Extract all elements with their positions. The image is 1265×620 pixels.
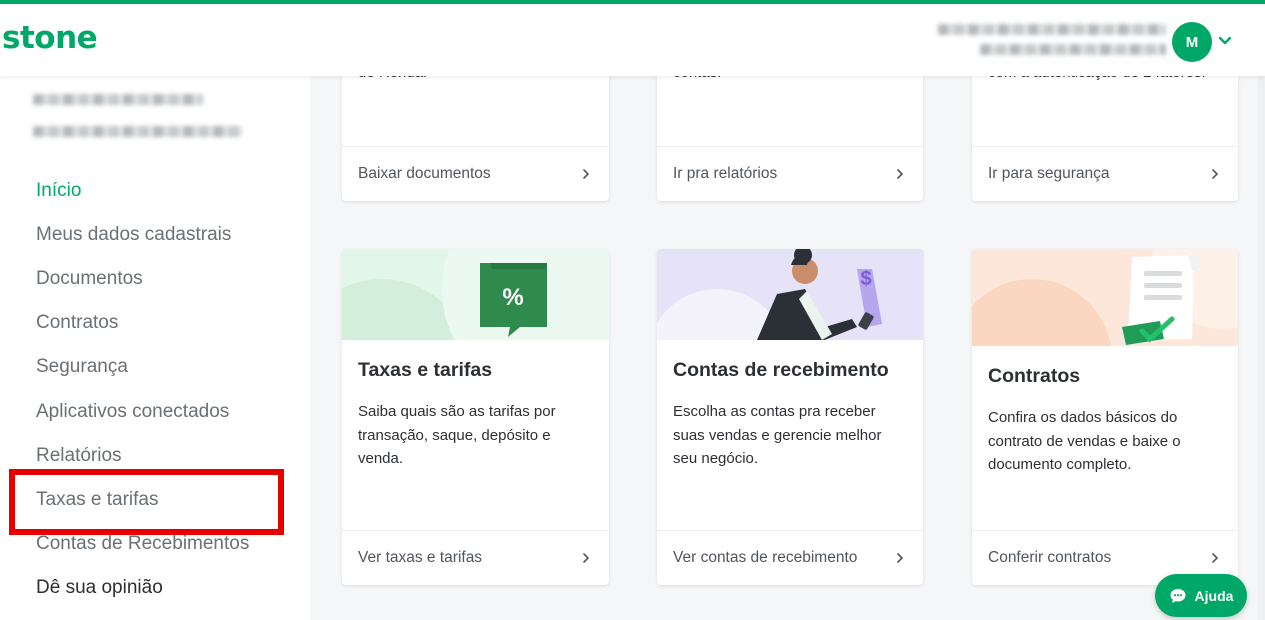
chevron-right-icon [897, 169, 904, 179]
sidebar-item-taxas[interactable]: Taxas e tarifas [36, 489, 159, 511]
card-seguranca: com a autenticação de 2 fatores. Ir para… [972, 60, 1238, 201]
sidebar-item-relatorios[interactable]: Relatórios [36, 445, 122, 467]
chevron-right-icon [1212, 553, 1219, 563]
accounts-illustration: $ [657, 249, 923, 340]
chevron-right-icon [1212, 169, 1219, 179]
fees-illustration: % [342, 249, 609, 340]
card-title: Taxas e tarifas [358, 359, 493, 381]
card-description: Escolha as contas pra receber suas venda… [673, 403, 882, 467]
account-name-redacted [33, 94, 203, 105]
card-documentos: de Renda. Baixar documentos [342, 60, 609, 201]
card-title: Contratos [988, 365, 1081, 387]
sidebar-item-opiniao[interactable]: Dê sua opinião [36, 577, 163, 599]
sidebar: Início Meus dados cadastrais Documentos … [0, 76, 310, 620]
card-link[interactable]: Ver contas de recebimento [657, 530, 923, 585]
chevron-right-icon [897, 553, 904, 563]
card-link[interactable]: Baixar documentos [342, 146, 609, 201]
sidebar-item-contas[interactable]: Contas de Recebimentos [36, 533, 249, 555]
sidebar-item-inicio[interactable]: Início [36, 180, 81, 202]
dollar-icon: $ [860, 268, 871, 290]
card-taxas: % Taxas e tarifas Saiba quais são as tar… [342, 249, 609, 585]
sidebar-item-meus-dados[interactable]: Meus dados cadastrais [36, 224, 231, 246]
user-name-redacted [938, 22, 1168, 56]
card-link[interactable]: Ir para segurança [972, 146, 1238, 201]
scrollbar[interactable] [1258, 76, 1265, 620]
account-id-redacted [33, 126, 243, 137]
card-description: Saiba quais são as tarifas por transação… [358, 403, 556, 467]
sidebar-item-contratos[interactable]: Contratos [36, 312, 118, 334]
card-description: Confira os dados básicos do contrato de … [988, 409, 1181, 473]
sidebar-item-documentos[interactable]: Documentos [36, 268, 143, 290]
header: stone M [0, 4, 1265, 76]
card-contas-recebimento: $ Contas de recebimento Escolha as conta… [657, 249, 923, 585]
sidebar-item-seguranca[interactable]: Segurança [36, 356, 128, 378]
chevron-right-icon [583, 553, 590, 563]
chevron-down-icon[interactable] [1216, 32, 1234, 50]
help-button[interactable]: Ajuda [1155, 574, 1247, 617]
card-link[interactable]: Ir pra relatórios [657, 146, 923, 201]
card-link[interactable]: Ver taxas e tarifas [342, 530, 609, 585]
sidebar-item-aplicativos[interactable]: Aplicativos conectados [36, 401, 229, 423]
percent-icon: % [502, 284, 523, 311]
contract-illustration [972, 249, 1238, 346]
avatar[interactable]: M [1172, 22, 1212, 62]
card-relatorios: contas. Ir pra relatórios [657, 60, 923, 201]
stone-logo[interactable]: stone [2, 20, 98, 56]
card-contratos: Contratos Confira os dados básicos do co… [972, 249, 1238, 585]
chevron-right-icon [583, 169, 590, 179]
chat-bubble-icon [1170, 588, 1186, 603]
card-title: Contas de recebimento [673, 359, 889, 381]
